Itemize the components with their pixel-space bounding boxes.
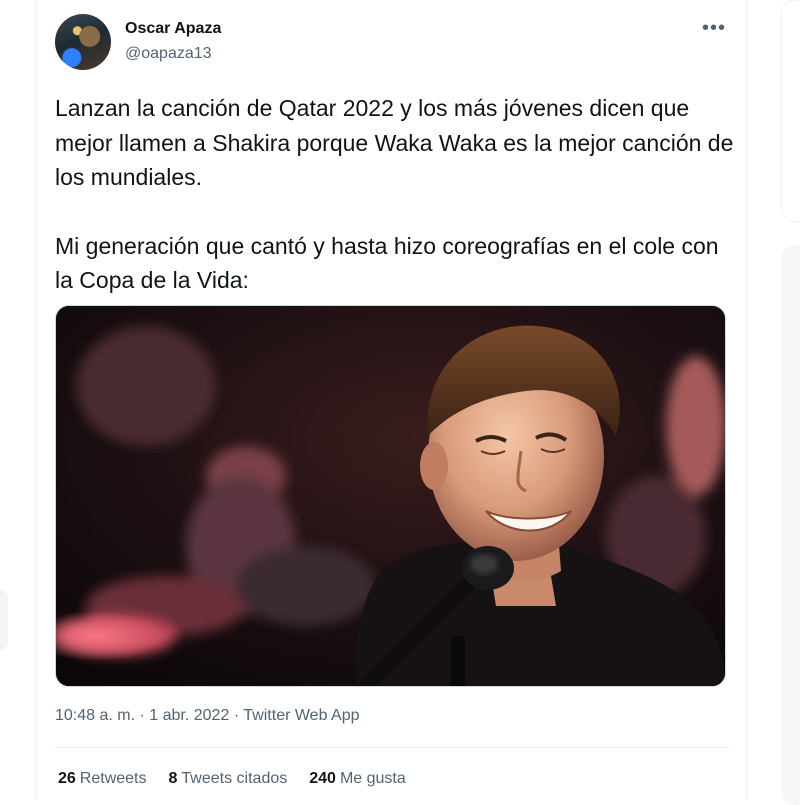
- tweet-source[interactable]: Twitter Web App: [243, 707, 359, 724]
- author-name[interactable]: Oscar Apaza: [125, 20, 221, 38]
- retweets-label: Retweets: [79, 770, 147, 787]
- quotes-stat[interactable]: 8 Tweets citados: [169, 770, 288, 788]
- tweet-paragraph-2: Mi generación que cantó y hasta hizo cor…: [55, 232, 719, 294]
- retweets-stat[interactable]: 26 Retweets: [58, 770, 147, 788]
- right-panel-card: [781, 0, 800, 222]
- quotes-count: 8: [168, 770, 178, 787]
- divider: [55, 747, 730, 748]
- meta-separator: ·: [233, 707, 240, 724]
- retweets-count: 26: [58, 770, 76, 787]
- likes-count: 240: [309, 770, 336, 787]
- left-sidebar-edge: [0, 590, 8, 650]
- quotes-label: Tweets citados: [181, 770, 288, 787]
- more-horizontal-icon[interactable]: •••: [700, 18, 728, 42]
- tweet-media-image[interactable]: [55, 305, 726, 687]
- tweet-stats: 26 Retweets 8 Tweets citados 240 Me gusta: [58, 770, 406, 788]
- avatar[interactable]: [55, 14, 111, 70]
- likes-stat[interactable]: 240 Me gusta: [309, 770, 406, 788]
- meta-separator: ·: [139, 707, 145, 724]
- tweet-meta: 10:48 a. m. · 1 abr. 2022 · Twitter Web …: [55, 707, 360, 725]
- tweet-date[interactable]: 1 abr. 2022: [149, 707, 229, 724]
- tweet-text: Lanzan la canción de Qatar 2022 y los má…: [55, 91, 735, 298]
- tweet-time[interactable]: 10:48 a. m.: [55, 707, 135, 724]
- right-panel-card-2: [781, 245, 800, 805]
- author-handle[interactable]: @oapaza13: [125, 45, 212, 63]
- tweet-paragraph-1: Lanzan la canción de Qatar 2022 y los má…: [55, 95, 734, 190]
- likes-label: Me gusta: [339, 770, 406, 787]
